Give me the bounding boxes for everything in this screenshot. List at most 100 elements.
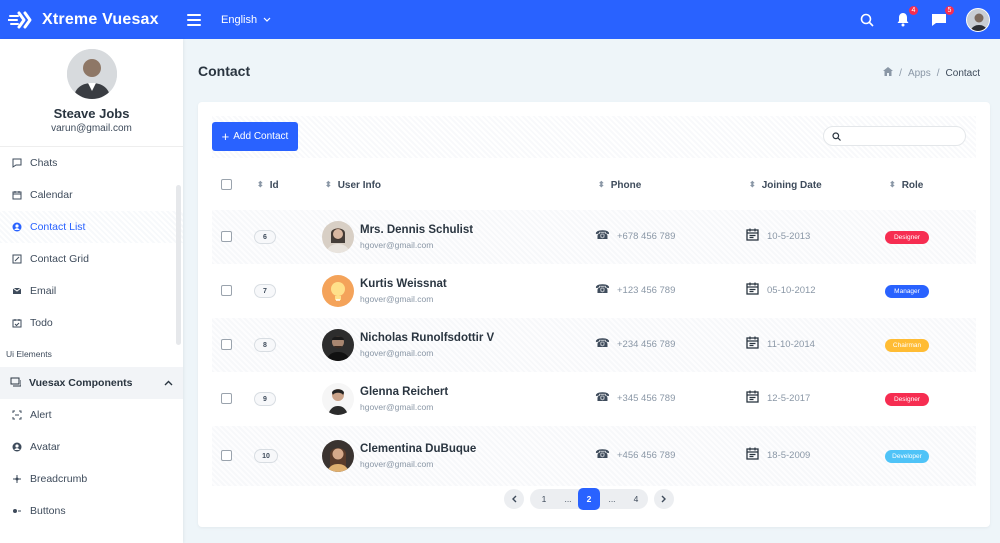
page-ellipsis-left[interactable]: ... bbox=[558, 489, 578, 509]
role-badge: Chairman bbox=[885, 339, 929, 352]
brand-title: Xtreme Vuesax bbox=[42, 10, 159, 28]
contact-phone: +123 456 789 bbox=[617, 285, 676, 296]
row-checkbox[interactable] bbox=[221, 450, 232, 461]
row-id: 8 bbox=[254, 338, 276, 352]
messages-badge: 5 bbox=[945, 5, 954, 15]
joining-date: 18-5-2009 bbox=[767, 450, 811, 461]
sidebar-scrollbar[interactable] bbox=[176, 185, 181, 345]
table-toolbar: + Add Contact bbox=[212, 116, 976, 158]
sidebar-item-calendar[interactable]: Calendar bbox=[0, 179, 183, 211]
contact-name[interactable]: Nicholas Runolfsdottir V bbox=[360, 332, 494, 344]
contact-avatar[interactable] bbox=[322, 329, 354, 361]
sidebar-item-label: Buttons bbox=[30, 505, 66, 517]
contact-email: hgover@gmail.com bbox=[360, 240, 434, 250]
sidebar-item-breadcrumb[interactable]: Breadcrumb bbox=[0, 463, 183, 495]
phone-icon: ☎ bbox=[595, 336, 610, 350]
header-joining-date[interactable]: ⬍ Joining Date bbox=[749, 180, 822, 191]
sidebar-item-label: Contact Grid bbox=[30, 253, 89, 265]
header-id[interactable]: ⬍ Id bbox=[257, 180, 279, 191]
messages-icon[interactable]: 5 bbox=[930, 5, 954, 29]
table-search[interactable] bbox=[823, 126, 966, 146]
language-label: English bbox=[221, 13, 258, 26]
profile-avatar[interactable] bbox=[66, 49, 117, 99]
page-button-last[interactable]: 4 bbox=[624, 489, 648, 509]
table-row[interactable]: 10 Clementina DuBuque hgover@gmail.com ☎… bbox=[212, 426, 976, 486]
sidebar-item-label: Calendar bbox=[30, 189, 73, 201]
user-avatar[interactable] bbox=[966, 7, 990, 32]
sort-icon: ⬍ bbox=[598, 180, 605, 189]
sidebar-item-alert[interactable]: Alert bbox=[0, 399, 183, 431]
sidebar-item-label: Breadcrumb bbox=[30, 473, 88, 485]
sidebar-item-label: Contact List bbox=[30, 221, 86, 233]
select-all-checkbox[interactable] bbox=[221, 179, 232, 190]
contact-email: hgover@gmail.com bbox=[360, 294, 434, 304]
brand-logo-icon bbox=[7, 10, 36, 30]
role-badge: Designer bbox=[885, 393, 929, 406]
sidebar-item-todo[interactable]: Todo bbox=[0, 307, 183, 339]
profile-name: Steave Jobs bbox=[53, 106, 130, 121]
row-id: 10 bbox=[254, 449, 278, 463]
joining-date: 12-5-2017 bbox=[767, 393, 811, 404]
language-dropdown[interactable]: English bbox=[221, 14, 271, 26]
page-button-first[interactable]: 1 bbox=[530, 489, 558, 509]
row-id: 9 bbox=[254, 392, 276, 406]
contact-avatar[interactable] bbox=[322, 275, 354, 307]
row-id: 6 bbox=[254, 230, 276, 244]
header-phone[interactable]: ⬍ Phone bbox=[598, 180, 641, 191]
sort-icon: ⬍ bbox=[257, 180, 264, 189]
notification-bell-icon[interactable]: 4 bbox=[894, 5, 918, 29]
contact-phone: +456 456 789 bbox=[617, 450, 676, 461]
sidebar-group-vuesax-components[interactable]: Vuesax Components bbox=[0, 367, 183, 399]
todo-icon bbox=[12, 318, 22, 328]
row-checkbox[interactable] bbox=[221, 339, 232, 350]
breadcrumb-icon bbox=[12, 474, 22, 484]
sidebar-item-buttons[interactable]: Buttons bbox=[0, 495, 183, 527]
home-icon[interactable] bbox=[883, 67, 894, 79]
contact-avatar[interactable] bbox=[322, 383, 354, 415]
pagination-next-icon[interactable] bbox=[654, 489, 674, 509]
layers-icon bbox=[10, 377, 22, 390]
sidebar-item-email[interactable]: Email bbox=[0, 275, 183, 307]
page-button-current[interactable]: 2 bbox=[578, 488, 600, 510]
pagination-prev-icon[interactable] bbox=[504, 489, 524, 509]
menu-toggle-icon[interactable] bbox=[187, 13, 201, 26]
sidebar-item-label: Chats bbox=[30, 157, 58, 169]
search-icon[interactable] bbox=[858, 11, 876, 29]
sidebar-item-contact-grid[interactable]: Contact Grid bbox=[0, 243, 183, 275]
brand[interactable]: Xtreme Vuesax bbox=[0, 10, 183, 30]
table-row[interactable]: 6 Mrs. Dennis Schulist hgover@gmail.com … bbox=[212, 210, 976, 264]
header-role[interactable]: ⬍ Role bbox=[889, 180, 923, 191]
buttons-icon bbox=[12, 506, 22, 516]
calendar-icon bbox=[12, 190, 22, 200]
sidebar-item-contact-list[interactable]: Contact List bbox=[0, 211, 183, 243]
search-input[interactable] bbox=[845, 130, 955, 142]
mail-icon bbox=[12, 286, 22, 296]
breadcrumb-link-apps[interactable]: Apps bbox=[908, 68, 931, 79]
alert-icon bbox=[12, 410, 22, 420]
contact-avatar[interactable] bbox=[322, 221, 354, 253]
contact-name[interactable]: Kurtis Weissnat bbox=[360, 278, 447, 290]
search-icon bbox=[832, 131, 841, 141]
row-checkbox[interactable] bbox=[221, 393, 232, 404]
header-user-info[interactable]: ⬍ User Info bbox=[325, 180, 381, 191]
sidebar-item-chats[interactable]: Chats bbox=[0, 147, 183, 179]
table-row[interactable]: 9 Glenna Reichert hgover@gmail.com ☎ +34… bbox=[212, 372, 976, 426]
sort-icon: ⬍ bbox=[749, 180, 756, 189]
notification-badge: 4 bbox=[909, 5, 918, 15]
contact-name[interactable]: Clementina DuBuque bbox=[360, 443, 476, 455]
sidebar-nav: Chats Calendar Contact List Contact Grid… bbox=[0, 147, 183, 339]
contact-name[interactable]: Mrs. Dennis Schulist bbox=[360, 224, 473, 236]
contact-avatar[interactable] bbox=[322, 440, 354, 472]
sidebar-item-avatar[interactable]: Avatar bbox=[0, 431, 183, 463]
page-ellipsis-right[interactable]: ... bbox=[600, 489, 624, 509]
row-checkbox[interactable] bbox=[221, 285, 232, 296]
sidebar-section-label: Ui Elements bbox=[6, 349, 52, 359]
table-row[interactable]: 7 Kurtis Weissnat hgover@gmail.com ☎ +12… bbox=[212, 264, 976, 318]
plus-icon: + bbox=[221, 129, 230, 144]
add-contact-button[interactable]: + Add Contact bbox=[212, 122, 298, 151]
contact-name[interactable]: Glenna Reichert bbox=[360, 386, 448, 398]
calendar-icon bbox=[746, 447, 760, 461]
sort-icon: ⬍ bbox=[889, 180, 896, 189]
table-row[interactable]: 8 Nicholas Runolfsdottir V hgover@gmail.… bbox=[212, 318, 976, 372]
row-checkbox[interactable] bbox=[221, 231, 232, 242]
